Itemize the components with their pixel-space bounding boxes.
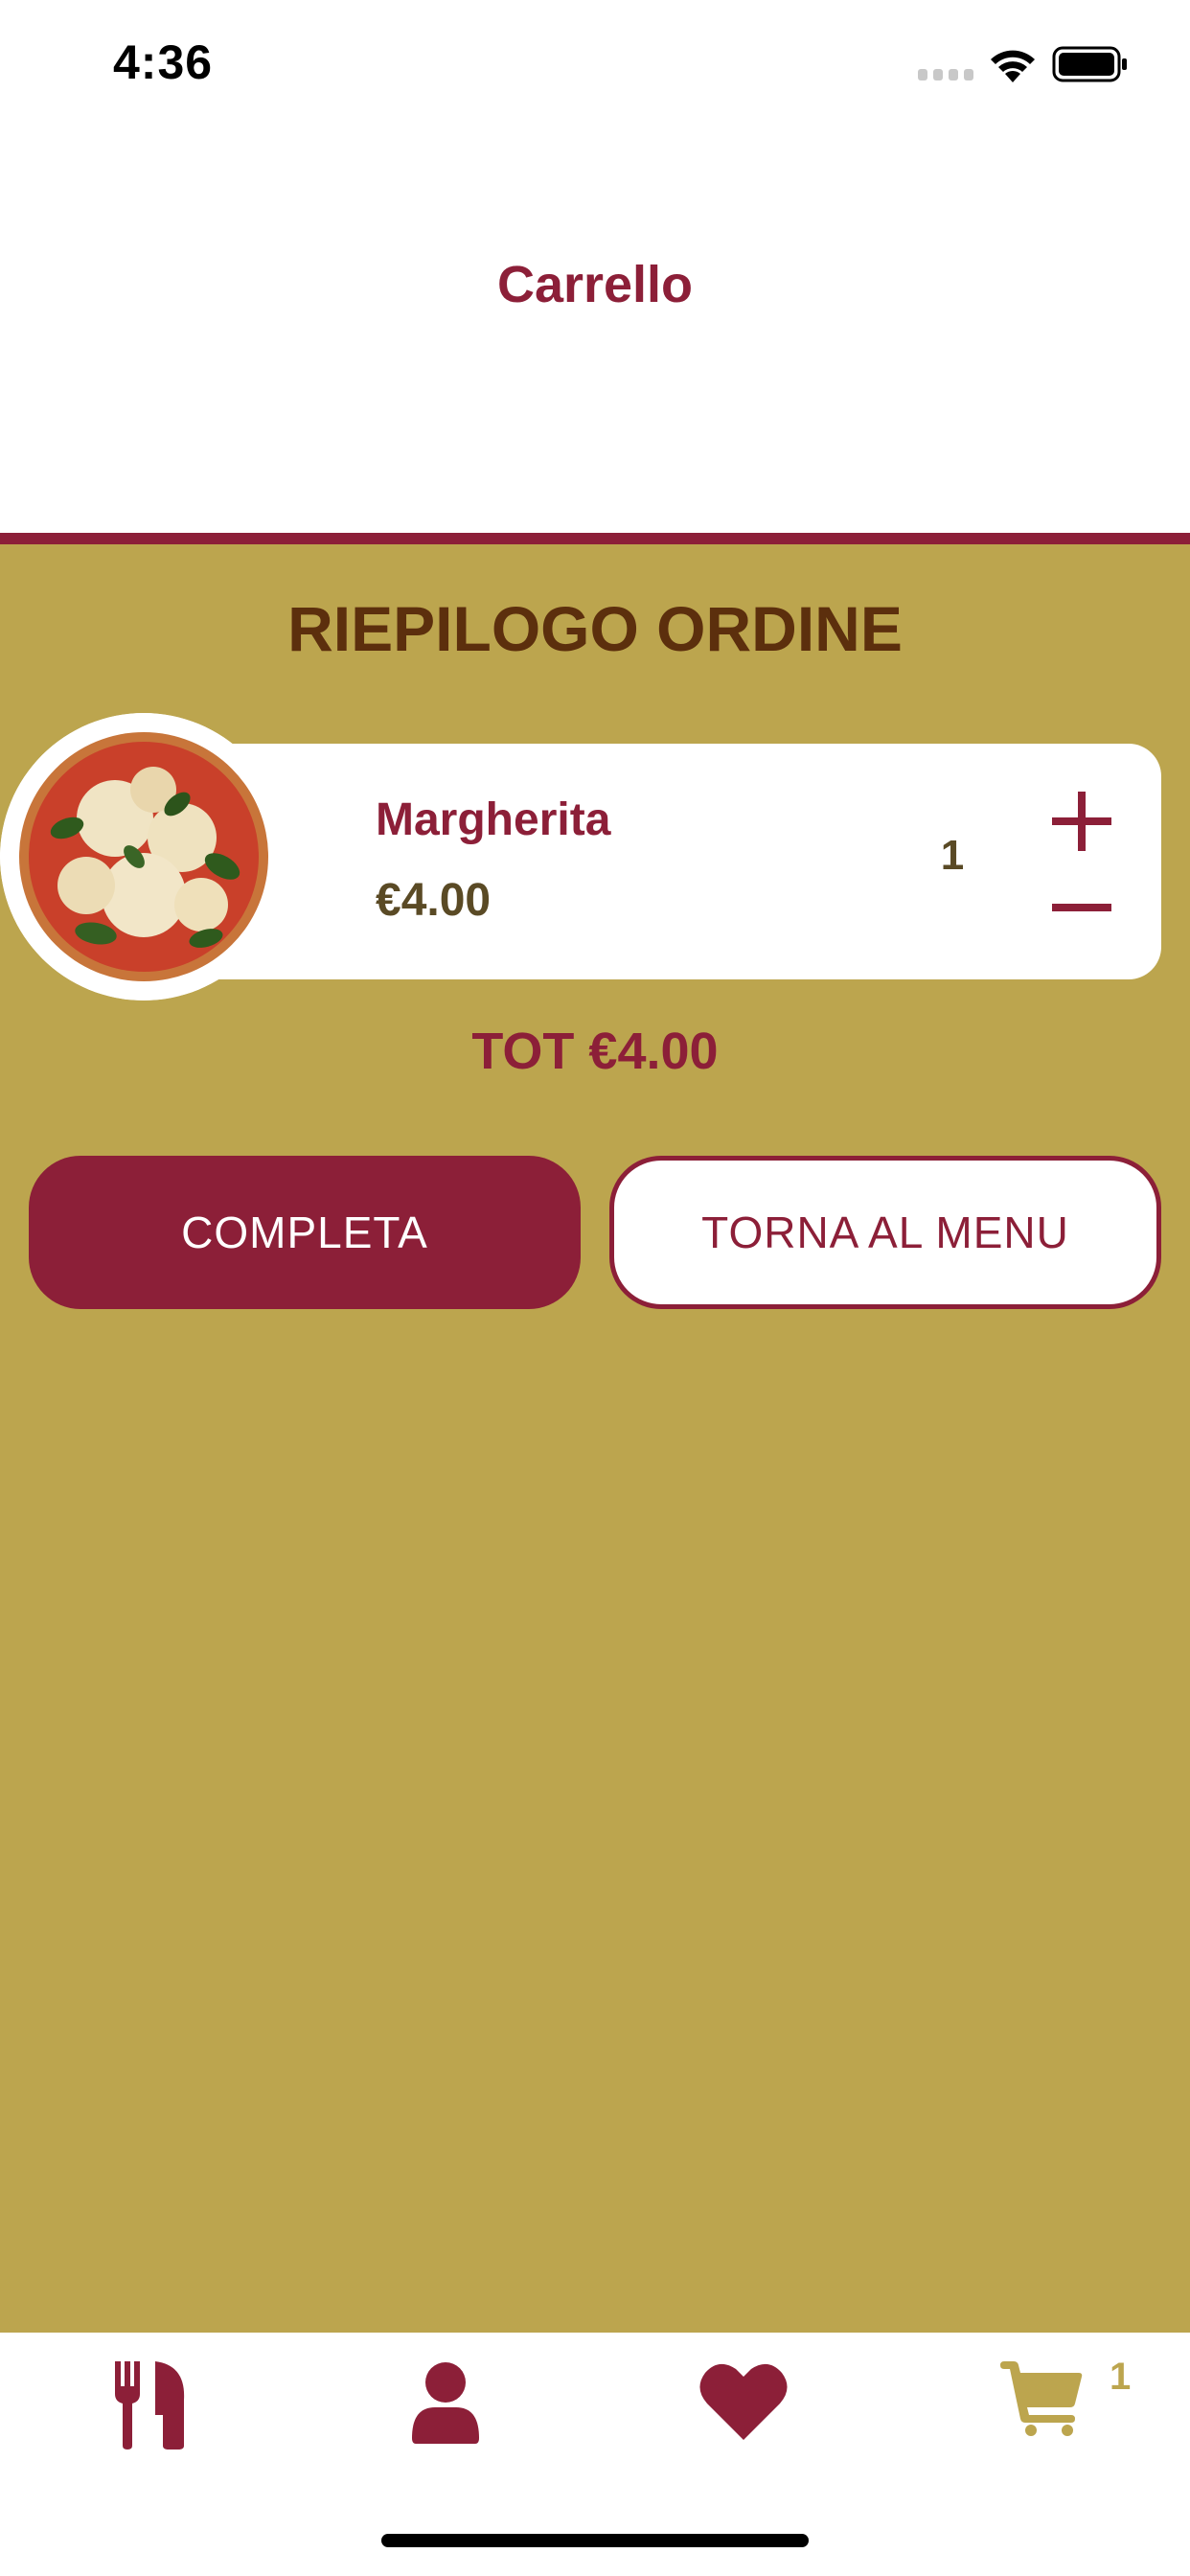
decrease-quantity-button[interactable] [1046,872,1117,943]
increase-quantity-button[interactable] [1046,786,1117,857]
battery-icon [1052,46,1127,82]
tab-profile[interactable] [412,2361,479,2467]
back-to-menu-button[interactable]: TORNA AL MENU [609,1156,1161,1309]
item-price: €4.00 [376,875,492,926]
item-name: Margherita [376,794,611,845]
item-quantity: 1 [940,832,965,879]
cart-icon [1000,2361,1083,2436]
heart-icon [699,2363,788,2440]
order-total: TOT €4.00 [471,1023,719,1080]
tab-cart[interactable] [1000,2361,1083,2467]
page-title: Carrello [496,256,694,313]
cellular-signal-icon [918,69,973,80]
cart-item-card: Margherita €4.00 1 [142,744,1161,979]
tab-favorites[interactable] [699,2361,788,2467]
complete-order-button[interactable]: COMPLETA [29,1156,581,1309]
header-divider [0,533,1190,544]
home-indicator [381,2534,809,2547]
cart-badge: 1 [1110,2356,1132,2398]
status-time: 4:36 [113,35,214,89]
cart-content: RIEPILOGO ORDINE Margherita €4.00 1 TOT … [0,544,1190,2333]
status-bar: 4:36 [0,0,1190,126]
user-icon [412,2362,479,2444]
screen: 4:36 Carrello RIEPILOGO ORDINE Margherit… [0,0,1190,2576]
pizza-margherita-image [0,713,287,1000]
order-summary-title: RIEPILOGO ORDINE [287,593,903,664]
wifi-icon [991,50,1035,82]
tab-menu[interactable] [113,2361,186,2467]
fork-knife-icon [115,2361,185,2450]
